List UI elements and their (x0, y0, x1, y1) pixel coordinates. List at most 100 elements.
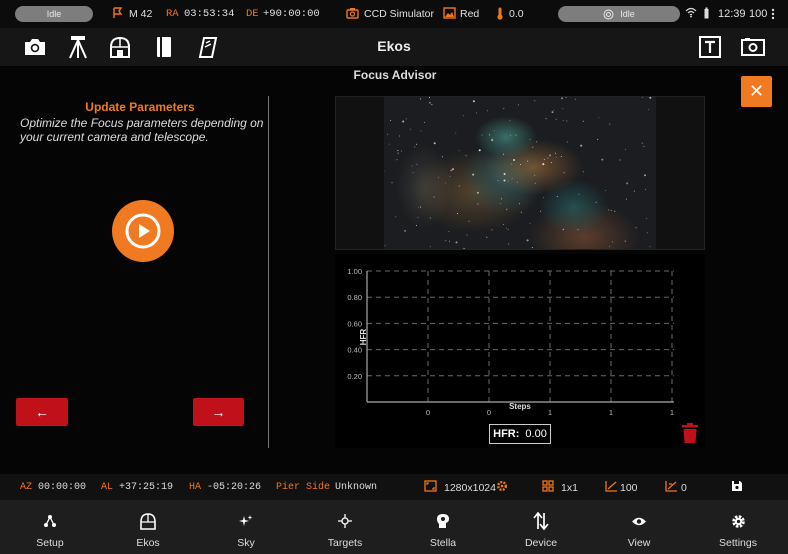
star (518, 203, 520, 205)
star (395, 216, 397, 218)
close-button[interactable]: ✕ (741, 76, 772, 107)
star (503, 179, 506, 182)
star (388, 143, 390, 145)
nav-stella[interactable]: Stella (394, 500, 492, 554)
nav-sky[interactable]: Sky (197, 500, 295, 554)
previous-button[interactable]: ← (16, 398, 68, 426)
play-button[interactable] (112, 200, 174, 262)
star (624, 240, 626, 242)
star (563, 172, 565, 174)
star (582, 171, 584, 173)
star (452, 168, 454, 171)
more-vert-icon[interactable] (771, 8, 775, 24)
device-icon (533, 512, 549, 530)
clock: 12:39 (718, 8, 746, 20)
star (497, 180, 499, 182)
status-pill-left[interactable]: Idle (15, 6, 93, 22)
star (405, 118, 407, 120)
star (390, 120, 392, 121)
de-label: DE (246, 8, 259, 20)
sky-icon (238, 513, 254, 529)
star (560, 156, 562, 157)
star (402, 120, 405, 123)
update-parameters-description: Optimize the Focus parameters depending … (20, 116, 264, 144)
nav-ekos[interactable]: Ekos (99, 500, 197, 554)
temperature-value: 0.0 (509, 8, 524, 20)
star (431, 104, 433, 106)
star (455, 241, 458, 244)
nav-setup[interactable]: Setup (1, 500, 99, 554)
bottom-navigation: Setup Ekos Sky Targets Stella Device Vie… (0, 500, 788, 554)
star (507, 180, 509, 182)
status-pill-right[interactable]: Idle (558, 6, 680, 22)
star (442, 156, 443, 158)
star (536, 141, 538, 143)
star (416, 225, 417, 226)
nav-device[interactable]: Device (492, 500, 590, 554)
star (575, 98, 577, 100)
star (429, 217, 431, 219)
star (646, 217, 648, 219)
star (420, 206, 421, 208)
star (418, 207, 420, 209)
star (566, 120, 568, 122)
focus-image[interactable] (384, 97, 656, 249)
star (529, 222, 531, 224)
star (502, 223, 504, 225)
star (437, 176, 439, 178)
star (396, 159, 398, 161)
y-tick-label: 0.80 (347, 293, 362, 302)
nav-settings[interactable]: Settings (689, 500, 787, 554)
binning-icon (542, 480, 554, 496)
nav-view[interactable]: View (590, 500, 688, 554)
x-tick-label: 0 (487, 408, 491, 417)
star (409, 128, 411, 130)
preview-image-icon[interactable] (740, 34, 766, 60)
star (513, 159, 515, 161)
x-axis-label: Steps (509, 402, 531, 411)
star (551, 111, 554, 114)
star (641, 142, 643, 144)
star (486, 110, 488, 112)
star (450, 169, 453, 172)
star (433, 196, 435, 198)
star (466, 234, 468, 236)
text-tool-icon[interactable] (697, 34, 723, 60)
star (491, 229, 493, 231)
star (543, 197, 544, 198)
star (563, 228, 565, 230)
gain-value: 100 (620, 482, 638, 494)
y-axis-label: HFR (359, 329, 368, 346)
star (520, 211, 522, 213)
star (645, 189, 647, 191)
resolution-value: 1280x1024 (444, 482, 496, 494)
star (397, 152, 399, 154)
trash-icon[interactable] (681, 422, 699, 444)
star (516, 181, 518, 183)
next-button[interactable]: → (193, 398, 244, 426)
star (534, 182, 536, 184)
star-field (384, 97, 652, 249)
star (641, 97, 643, 98)
star (503, 108, 505, 109)
star (429, 97, 430, 98)
save-icon[interactable] (731, 480, 743, 496)
star (404, 229, 406, 232)
stella-icon (436, 513, 450, 529)
star (547, 157, 549, 159)
view-icon (631, 513, 647, 529)
status-bar: Idle M 42 RA 03:53:34 DE +90:00:00 CCD S… (0, 0, 788, 28)
star (529, 138, 531, 140)
star (532, 146, 534, 148)
star (400, 150, 402, 152)
hfr-label: HFR: (493, 428, 520, 440)
offset-icon (665, 480, 678, 496)
star (476, 191, 479, 194)
nav-targets[interactable]: Targets (296, 500, 394, 554)
star (411, 165, 413, 167)
main-content: Update Parameters Optimize the Focus par… (0, 66, 788, 474)
gear-icon[interactable] (496, 480, 508, 496)
star (517, 104, 519, 106)
star (543, 158, 545, 160)
star (520, 164, 522, 165)
